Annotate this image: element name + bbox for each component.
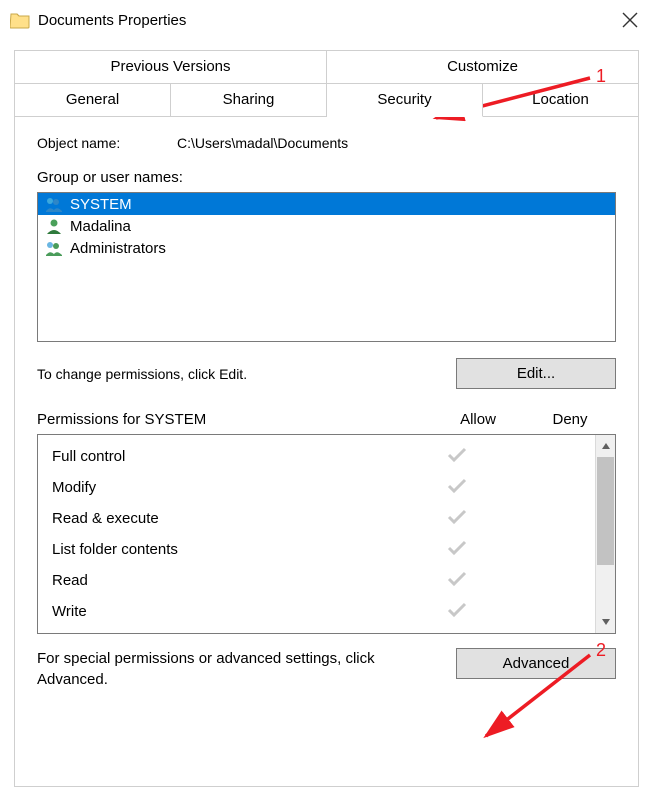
permission-name: Read <box>52 572 411 589</box>
window-title: Documents Properties <box>38 12 186 29</box>
groups-label: Group or user names: <box>37 169 616 186</box>
list-item-label: Madalina <box>70 218 131 235</box>
tab-general[interactable]: General <box>14 83 171 117</box>
permission-row[interactable]: Read & execute <box>52 503 595 534</box>
close-button[interactable] <box>621 11 639 29</box>
titlebar: Documents Properties <box>0 0 653 40</box>
groups-listbox[interactable]: SYSTEM Madalina Administrators <box>37 192 616 342</box>
tab-location[interactable]: Location <box>483 83 639 117</box>
allow-check-icon <box>411 447 503 467</box>
column-allow: Allow <box>432 411 524 428</box>
object-name-label: Object name: <box>37 135 177 151</box>
properties-dialog: Documents Properties Previous Versions C… <box>0 0 653 801</box>
permission-row[interactable]: Modify <box>52 472 595 503</box>
tab-security[interactable]: Security <box>327 83 483 117</box>
scroll-down-arrow-icon[interactable] <box>596 611 615 633</box>
users-icon <box>44 195 64 213</box>
advanced-button[interactable]: Advanced <box>456 648 616 679</box>
edit-button[interactable]: Edit... <box>456 358 616 389</box>
list-item-administrators[interactable]: Administrators <box>38 237 615 259</box>
allow-check-icon <box>411 478 503 498</box>
permissions-for-label: Permissions for SYSTEM <box>37 411 432 428</box>
tab-sharing[interactable]: Sharing <box>171 83 327 117</box>
list-item-label: SYSTEM <box>70 196 132 213</box>
folder-icon <box>10 11 30 29</box>
permission-name: List folder contents <box>52 541 411 558</box>
scrollbar-track[interactable] <box>596 457 615 611</box>
permission-row[interactable]: Full control <box>52 441 595 472</box>
permission-row[interactable]: Write <box>52 596 595 627</box>
list-item-madalina[interactable]: Madalina <box>38 215 615 237</box>
permissions-listbox: Full control Modify Read & execute <box>37 434 616 634</box>
object-name-value: C:\Users\madal\Documents <box>177 135 616 151</box>
scrollbar-thumb[interactable] <box>597 457 614 565</box>
users-icon <box>44 239 64 257</box>
vertical-scrollbar[interactable] <box>595 435 615 633</box>
permission-name: Read & execute <box>52 510 411 527</box>
allow-check-icon <box>411 571 503 591</box>
advanced-hint-text: For special permissions or advanced sett… <box>37 648 440 690</box>
tabs-row-lower: General Sharing Security Location <box>14 83 639 117</box>
permission-name: Full control <box>52 448 411 465</box>
allow-check-icon <box>411 509 503 529</box>
permissions-header: Permissions for SYSTEM Allow Deny <box>37 411 616 428</box>
tabs-row-upper: Previous Versions Customize <box>14 50 639 83</box>
allow-check-icon <box>411 602 503 622</box>
user-icon <box>44 217 64 235</box>
object-name-row: Object name: C:\Users\madal\Documents <box>37 135 616 151</box>
edit-hint-text: To change permissions, click Edit. <box>37 366 247 382</box>
permission-row[interactable]: List folder contents <box>52 534 595 565</box>
tab-customize[interactable]: Customize <box>327 50 639 83</box>
permission-name: Write <box>52 603 411 620</box>
scroll-up-arrow-icon[interactable] <box>596 435 615 457</box>
column-deny: Deny <box>524 411 616 428</box>
allow-check-icon <box>411 540 503 560</box>
permission-row[interactable]: Read <box>52 565 595 596</box>
list-item-system[interactable]: SYSTEM <box>38 193 615 215</box>
permission-name: Modify <box>52 479 411 496</box>
security-panel: Object name: C:\Users\madal\Documents Gr… <box>14 117 639 787</box>
list-item-label: Administrators <box>70 240 166 257</box>
tab-previous-versions[interactable]: Previous Versions <box>14 50 327 83</box>
